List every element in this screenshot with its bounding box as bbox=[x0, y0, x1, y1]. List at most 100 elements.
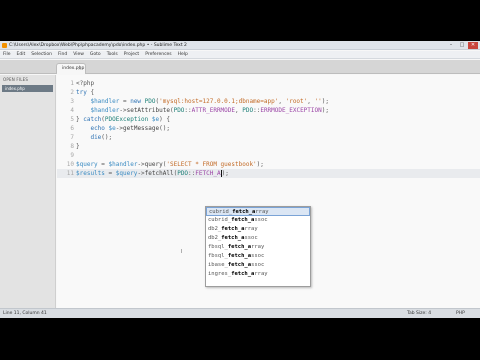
autocomplete-item[interactable]: db2_fetch_assoc bbox=[206, 234, 310, 243]
code-token: , bbox=[278, 98, 286, 105]
code-token: ); bbox=[321, 107, 329, 114]
syntax-selector[interactable]: PHP bbox=[456, 309, 465, 318]
code-token: new bbox=[130, 98, 142, 105]
code-token: = bbox=[119, 98, 131, 105]
autocomplete-item[interactable]: ingres_fetch_array bbox=[206, 270, 310, 279]
window-title: C:\Users\Alex\Dropbox\Web\Php\phpacademy… bbox=[9, 43, 187, 48]
line-number: 2 bbox=[70, 89, 74, 96]
code-token: fetchAll bbox=[144, 170, 174, 177]
menu-preferences[interactable]: Preferences bbox=[145, 51, 171, 58]
completion-match: fetch_a bbox=[227, 262, 252, 268]
code-text: try { bbox=[76, 88, 94, 97]
code-line[interactable]: 11 $results = $query->fetchAll(PDO::FETCH… bbox=[57, 169, 480, 178]
code-text: $handler->setAttribute(PDO::ATTR_ERRMODE… bbox=[76, 106, 329, 115]
completion-suffix: ssoc bbox=[251, 262, 265, 268]
autocomplete-item[interactable]: db2_fetch_array bbox=[206, 225, 310, 234]
menu-selection[interactable]: Selection bbox=[31, 51, 52, 58]
line-number: 6 bbox=[70, 125, 74, 132]
code-line[interactable]: 6 echo $e->getMessage(); bbox=[57, 124, 480, 133]
code-text: echo $e->getMessage(); bbox=[76, 124, 170, 133]
sidebar-file-index-php[interactable]: index.php bbox=[2, 85, 53, 92]
line-number: 4 bbox=[70, 107, 74, 114]
completion-match: fetch_a bbox=[231, 217, 255, 223]
code-line[interactable]: 8} bbox=[57, 142, 480, 151]
code-line[interactable]: 3 $handler = new PDO('mysql:host=127.0.0… bbox=[57, 97, 480, 106]
code-token: (); bbox=[159, 125, 170, 132]
code-token: -> bbox=[115, 125, 123, 132]
menu-goto[interactable]: Goto bbox=[90, 51, 101, 58]
code-token: $query bbox=[115, 170, 138, 177]
completion-match: fetch_a bbox=[231, 271, 255, 277]
code-token: ATTR_ERRMODE bbox=[191, 107, 236, 114]
code-text: die(); bbox=[76, 133, 112, 142]
completion-match: fetch_a bbox=[221, 226, 245, 232]
code-token: $results bbox=[76, 170, 105, 177]
line-number: 10 bbox=[66, 161, 74, 168]
maximize-button[interactable]: □ bbox=[457, 42, 467, 49]
code-line[interactable]: 9 bbox=[57, 151, 480, 160]
line-number: 1 bbox=[70, 80, 74, 87]
completion-suffix: ssoc bbox=[251, 253, 265, 259]
code-token: $e bbox=[108, 125, 116, 132]
sidebar: OPEN FILES index.php bbox=[0, 75, 56, 308]
code-text: $handler = new PDO('mysql:host=127.0.0.1… bbox=[76, 97, 329, 106]
menu-project[interactable]: Project bbox=[124, 51, 139, 58]
line-number: 7 bbox=[70, 134, 74, 141]
code-token: PDOException bbox=[104, 116, 149, 123]
open-files-header: OPEN FILES bbox=[3, 77, 29, 82]
menu-file[interactable]: File bbox=[3, 51, 11, 58]
autocomplete-item[interactable]: fbsql_fetch_array bbox=[206, 243, 310, 252]
autocomplete-popup: cubrid_fetch_array cubrid_fetch_assoc db2_… bbox=[205, 206, 311, 287]
completion-prefix: db2_ bbox=[208, 235, 222, 241]
code-token: $handler bbox=[90, 98, 120, 105]
code-token: setAttribute bbox=[126, 107, 170, 114]
completion-match: fetch_a bbox=[232, 209, 256, 215]
window-controls: – □ ✕ bbox=[446, 42, 478, 49]
code-token: -> bbox=[119, 107, 127, 114]
code-token: <?php bbox=[76, 80, 95, 87]
code-line[interactable]: 2 try { bbox=[57, 88, 480, 97]
tab-close-icon[interactable]: × bbox=[78, 64, 82, 74]
code-token: { bbox=[86, 89, 95, 96]
autocomplete-item[interactable]: cubrid_fetch_assoc bbox=[206, 216, 310, 225]
code-line[interactable]: 10 $query = $handler->query('SELECT * FRO… bbox=[57, 160, 480, 169]
completion-match: fetch_a bbox=[227, 253, 252, 259]
code-token: ); bbox=[221, 170, 229, 177]
tab-index-php[interactable]: index.php × bbox=[56, 63, 86, 74]
code-token: try bbox=[76, 89, 87, 96]
code-token: 'SELECT * FROM guestbook' bbox=[166, 161, 257, 168]
menu-help[interactable]: Help bbox=[178, 51, 188, 58]
code-line[interactable]: 5} catch(PDOException $e) { bbox=[57, 115, 480, 124]
code-line[interactable]: 7 die(); bbox=[57, 133, 480, 142]
code-token: } bbox=[76, 143, 80, 150]
code-token: die bbox=[90, 134, 102, 141]
completion-suffix: rray bbox=[244, 226, 258, 232]
completion-suffix: rray bbox=[254, 271, 268, 277]
code-line[interactable]: 4 $handler->setAttribute(PDO::ATTR_ERRMO… bbox=[57, 106, 480, 115]
autocomplete-item[interactable]: cubrid_fetch_array bbox=[206, 207, 310, 216]
code-token: $handler bbox=[90, 107, 120, 114]
title-bar: C:\Users\Alex\Dropbox\Web\Php\phpacademy… bbox=[0, 41, 480, 50]
menu-find[interactable]: Find bbox=[58, 51, 67, 58]
menu-tools[interactable]: Tools bbox=[107, 51, 118, 58]
code-token: 'mysql:host=127.0.0.1;dbname=app' bbox=[159, 98, 279, 105]
menu-view[interactable]: View bbox=[73, 51, 84, 58]
tab-size-selector[interactable]: Tab Size: 4 bbox=[407, 309, 431, 318]
close-button[interactable]: ✕ bbox=[468, 42, 478, 49]
autocomplete-item[interactable]: ibase_fetch_assoc bbox=[206, 261, 310, 270]
code-token: echo bbox=[90, 125, 105, 132]
line-number: 3 bbox=[70, 98, 74, 105]
sublime-logo-icon bbox=[2, 43, 7, 48]
autocomplete-item[interactable]: fbsql_fetch_assoc bbox=[206, 252, 310, 261]
minimize-button[interactable]: – bbox=[446, 42, 456, 49]
code-token: catch bbox=[83, 116, 102, 123]
completion-match: fetch_a bbox=[221, 235, 245, 241]
code-line[interactable]: 1 <?php bbox=[57, 79, 480, 88]
menu-edit[interactable]: Edit bbox=[17, 51, 26, 58]
line-number: 11 bbox=[66, 170, 74, 177]
letterbox-top bbox=[0, 0, 480, 41]
line-number: 8 bbox=[70, 143, 74, 150]
cursor-position: Line 11, Column 41 bbox=[3, 311, 47, 316]
